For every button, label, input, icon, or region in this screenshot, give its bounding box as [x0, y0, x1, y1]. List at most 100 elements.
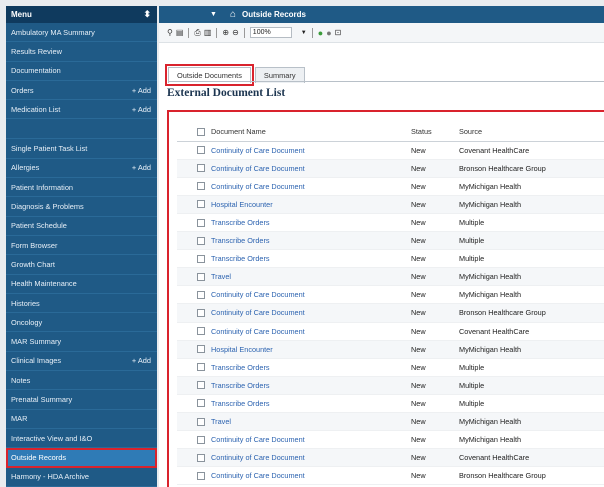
add-button[interactable]: + Add [132, 163, 151, 172]
row-checkbox[interactable] [197, 453, 205, 462]
document-name-link[interactable]: Transcribe Orders [209, 394, 409, 414]
table-row[interactable]: Transcribe Orders New Multiple [177, 231, 604, 251]
row-checkbox[interactable] [197, 308, 205, 317]
row-checkbox[interactable] [197, 272, 205, 281]
document-name-link[interactable]: Transcribe Orders [209, 213, 409, 233]
row-checkbox[interactable] [197, 290, 205, 299]
document-name-link[interactable]: Transcribe Orders [209, 358, 409, 377]
table-row[interactable]: Travel New MyMichigan Health [177, 267, 604, 287]
document-name-link[interactable]: Hospital Encounter [209, 340, 409, 359]
sidebar-item-oncology[interactable]: Oncology [6, 313, 157, 333]
sidebar-item-health-maintenance[interactable]: Health Maintenance [6, 275, 157, 294]
dropdown-arrow-icon[interactable]: ▼ [210, 11, 217, 18]
document-name-link[interactable]: Continuity of Care Document [209, 303, 409, 323]
table-row[interactable]: Continuity of Care Document New Covenant H… [177, 448, 604, 468]
document-name-link[interactable]: Travel [209, 412, 409, 432]
zoom-in-icon[interactable]: ⊕ [222, 28, 229, 37]
table-row[interactable]: Continuity of Care Document New Bronson He… [177, 159, 604, 178]
table-row[interactable]: Continuity of Care Document New MyMichigan… [177, 285, 604, 305]
document-name-link[interactable]: Transcribe Orders [209, 249, 409, 269]
row-checkbox[interactable] [197, 417, 205, 426]
sidebar-item-ambulatory-ma-summary[interactable]: Ambulatory MA Summary [6, 23, 157, 43]
sidebar-item-harmony-hda-archive[interactable]: Harmony - HDA Archive [6, 468, 157, 487]
print-icon[interactable]: ⎙ [194, 28, 200, 38]
row-checkbox[interactable] [197, 381, 205, 390]
document-name-link[interactable]: Continuity of Care Document [209, 466, 409, 486]
row-checkbox[interactable] [197, 182, 205, 191]
column-header-source[interactable]: Source [457, 123, 604, 142]
select-all-checkbox[interactable] [197, 127, 205, 136]
table-row[interactable]: Continuity of Care Document New Covenant H… [177, 322, 604, 341]
document-name-link[interactable]: Travel [209, 267, 409, 287]
table-row[interactable]: Continuity of Care Document New Bronson He… [177, 303, 604, 323]
row-checkbox[interactable] [197, 435, 205, 444]
row-checkbox[interactable] [197, 164, 205, 173]
row-checkbox[interactable] [197, 146, 205, 155]
sidebar-item-notes[interactable]: Notes [6, 371, 157, 391]
sidebar-item-patient-schedule[interactable]: Patient Schedule [6, 217, 157, 236]
document-name-link[interactable]: Continuity of Care Document [209, 430, 409, 450]
document-name-link[interactable]: Transcribe Orders [209, 376, 409, 395]
column-header-document-name[interactable]: Document Name [209, 123, 409, 142]
column-header-status[interactable]: Status [409, 123, 457, 142]
document-name-link[interactable]: Hospital Encounter [209, 195, 409, 214]
table-row[interactable]: Transcribe Orders New Multiple [177, 213, 604, 233]
add-button[interactable]: + Add [132, 105, 151, 114]
document-name-link[interactable]: Continuity of Care Document [209, 285, 409, 305]
zoom-select[interactable]: 100% [249, 27, 292, 38]
add-button[interactable]: + Add [132, 356, 151, 365]
row-checkbox[interactable] [197, 327, 205, 336]
sidebar-item-interactive-view-and-i-o[interactable]: Interactive View and I&O [6, 429, 157, 449]
zoom-out-icon[interactable]: ⊖ [232, 28, 239, 37]
table-row[interactable]: Transcribe Orders New Multiple [177, 358, 604, 377]
table-row[interactable]: Transcribe Orders New Multiple [177, 394, 604, 414]
refresh-icon[interactable]: ● [318, 28, 323, 38]
document-name-link[interactable]: Continuity of Care Document [209, 177, 409, 196]
document-name-link[interactable]: Transcribe Orders [209, 231, 409, 251]
sidebar-item-form-browser[interactable]: Form Browser [6, 236, 157, 256]
sidebar-item-mar-summary[interactable]: MAR Summary [6, 332, 157, 352]
table-row[interactable]: Continuity of Care Document New MyMichigan… [177, 177, 604, 196]
document-icon[interactable]: ▤ [176, 28, 184, 37]
table-row[interactable]: Hospital Encounter New MyMichigan Health [177, 195, 604, 214]
stop-icon[interactable]: ● [326, 28, 331, 38]
pin-icon[interactable]: ⬍ [143, 9, 151, 20]
zoom-caret-icon[interactable]: ▼ [301, 30, 307, 36]
sidebar-item-histories[interactable]: Histories [6, 294, 157, 314]
document-name-link[interactable]: Continuity of Care Document [209, 159, 409, 178]
row-checkbox[interactable] [197, 345, 205, 354]
sidebar-item-allergies[interactable]: Allergies + Add [6, 159, 157, 179]
sidebar-item-prenatal-summary[interactable]: Prenatal Summary [6, 390, 157, 410]
table-row[interactable]: Continuity of Care Document New Bronson He… [177, 466, 604, 486]
add-button[interactable]: + Add [132, 86, 151, 95]
sidebar-item-single-patient-task-list[interactable]: Single Patient Task List [6, 139, 157, 159]
table-row[interactable]: Hospital Encounter New MyMichigan Health [177, 340, 604, 359]
row-checkbox[interactable] [197, 218, 205, 227]
row-checkbox[interactable] [197, 236, 205, 245]
row-checkbox[interactable] [197, 363, 205, 372]
sidebar-item-documentation[interactable]: Documentation [6, 62, 157, 81]
sidebar-item-results-review[interactable]: Results Review [6, 42, 157, 62]
sidebar-item-growth-chart[interactable]: Growth Chart [6, 255, 157, 275]
sidebar-item-clinical-images[interactable]: Clinical Images + Add [6, 352, 157, 372]
table-row[interactable]: Continuity of Care Document New MyMichigan… [177, 430, 604, 450]
row-checkbox[interactable] [197, 471, 205, 480]
document-name-link[interactable]: Continuity of Care Document [209, 322, 409, 341]
table-row[interactable]: Transcribe Orders New Multiple [177, 376, 604, 395]
row-checkbox[interactable] [197, 399, 205, 408]
document-name-link[interactable]: Continuity of Care Document [209, 448, 409, 468]
sidebar-item-outside-records[interactable]: Outside Records [6, 448, 157, 468]
row-checkbox[interactable] [197, 254, 205, 263]
document-name-link[interactable]: Continuity of Care Document [209, 141, 409, 160]
sidebar-item-mar[interactable]: MAR [6, 410, 157, 429]
print-preview-icon[interactable]: ▥ [204, 28, 212, 37]
sidebar-item-orders[interactable]: Orders + Add [6, 81, 157, 101]
sidebar-item-patient-information[interactable]: Patient Information [6, 178, 157, 198]
binoculars-icon[interactable]: ⚲ [167, 28, 173, 37]
table-row[interactable]: Travel New MyMichigan Health [177, 412, 604, 432]
table-row[interactable]: Transcribe Orders New Multiple [177, 249, 604, 269]
table-row[interactable]: Continuity of Care Document New Covenant H… [177, 141, 604, 160]
lock-icon[interactable]: ⊡ [335, 28, 342, 37]
sidebar-item-medication-list[interactable]: Medication List + Add [6, 100, 157, 120]
home-icon[interactable]: ⌂ [230, 9, 236, 20]
